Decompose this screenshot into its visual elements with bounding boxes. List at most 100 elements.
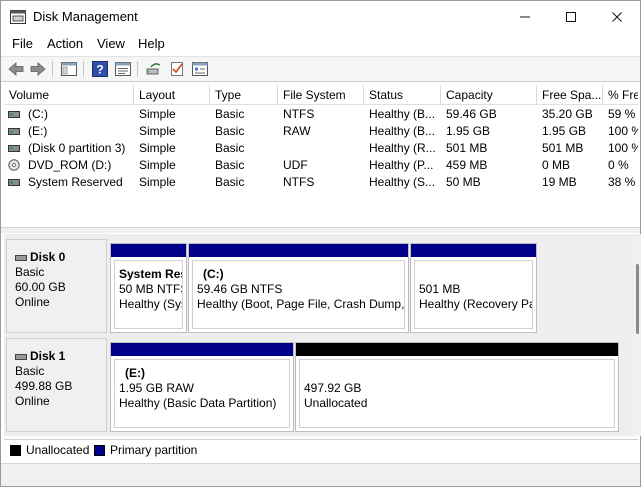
column-header-percent-free[interactable]: % Fre [603,85,638,105]
volume-name: System Reserved [28,175,123,189]
volume-percent-free: 100 % [608,141,638,155]
refresh-disk-icon [146,63,161,75]
column-header-layout[interactable]: Layout [134,85,210,105]
partition-status: Healthy (Recovery Pa [419,297,533,311]
volume-name: (E:) [28,124,48,138]
settings-panel-icon [192,62,208,76]
menu-action[interactable]: Action [47,36,83,51]
back-arrow-icon [8,62,24,76]
volume-status: Healthy (B... [369,124,436,138]
column-header-volume[interactable]: Volume [4,85,134,105]
hard-disk-icon [15,254,27,261]
volume-percent-free: 0 % [608,158,629,172]
minimize-button[interactable] [502,1,548,33]
partition-title: System Res [119,267,183,281]
vertical-scrollbar-thumb[interactable] [636,264,639,334]
forward-button[interactable] [28,60,48,78]
volume-type: Basic [215,141,245,155]
partition-system-reserved[interactable]: System Res 50 MB NTFS Healthy (Sys [110,243,187,333]
volume-layout: Simple [139,175,176,189]
volume-file-system: UDF [283,158,308,172]
back-button[interactable] [6,60,26,78]
dvd-drive-icon [8,159,20,171]
partition-unallocated[interactable]: 497.92 GB Unallocated [295,342,619,432]
partition-recovery[interactable]: 501 MB Healthy (Recovery Pa [410,243,537,333]
partition-c[interactable]: (C:) 59.46 GB NTFS Healthy (Boot, Page F… [188,243,409,333]
volume-list: Volume Layout Type File System Status Ca… [4,85,638,211]
volume-type: Basic [215,107,245,121]
properties-button[interactable] [113,60,133,78]
volume-name: DVD_ROM (D:) [28,158,112,172]
show-hide-console-tree-button[interactable] [59,60,79,78]
unallocated-bar [296,343,618,356]
disk-1-label[interactable]: Disk 1 Basic 499.88 GB Online [6,338,107,432]
column-header-capacity[interactable]: Capacity [441,85,537,105]
volume-free-space: 19 MB [542,175,577,189]
menu-view[interactable]: View [97,36,125,51]
disk-management-app-icon [10,10,26,24]
volume-layout: Simple [139,158,176,172]
disk-1-size: 499.88 GB [15,379,73,393]
volume-row[interactable]: (E:) Simple Basic RAW Healthy (B... 1.95… [4,123,638,140]
volume-name: (C:) [28,107,48,121]
volume-row[interactable]: (Disk 0 partition 3) Simple Basic Health… [4,140,638,157]
volume-file-system: RAW [283,124,311,138]
volume-free-space: 501 MB [542,141,584,155]
pane-splitter[interactable] [1,227,640,233]
hard-disk-icon [15,353,27,360]
volume-status: Healthy (P... [369,158,434,172]
volume-file-system: NTFS [283,175,315,189]
partition-size: 50 MB NTFS [119,282,183,296]
partition-status: Unallocated [304,396,368,410]
volume-row[interactable]: System Reserved Simple Basic NTFS Health… [4,174,638,191]
volume-row[interactable]: DVD_ROM (D:) Simple Basic UDF Healthy (P… [4,157,638,174]
help-icon: ? [92,61,108,77]
volume-percent-free: 59 % [608,107,636,121]
partition-size: 497.92 GB [304,381,362,395]
legend: Unallocated Primary partition [4,439,638,460]
volume-capacity: 1.95 GB [446,124,491,138]
column-header-type[interactable]: Type [210,85,278,105]
title-bar: Disk Management [1,1,640,33]
disk-0-label[interactable]: Disk 0 Basic 60.00 GB Online [6,239,107,333]
vertical-scrollbar[interactable] [634,234,641,436]
volume-free-space: 35.20 GB [542,107,593,121]
column-header-status[interactable]: Status [364,85,441,105]
settings-panel-button[interactable] [190,60,210,78]
volume-name: (Disk 0 partition 3) [28,141,126,155]
checklist-button[interactable] [167,60,187,78]
volume-percent-free: 100 % [608,124,638,138]
volume-type: Basic [215,158,245,172]
column-header-free-space[interactable]: Free Spa... [537,85,603,105]
partition-body: 497.92 GB Unallocated [299,359,615,428]
partition-status: Healthy (Sys [119,297,183,311]
volume-file-system [283,140,363,157]
volume-free-space: 0 MB [542,158,571,172]
partition-e[interactable]: (E:) 1.95 GB RAW Healthy (Basic Data Par… [110,342,294,432]
primary-partition-bar [411,244,536,257]
legend-unallocated-label: Unallocated [26,443,90,457]
column-header-file-system[interactable]: File System [278,85,364,105]
menu-file[interactable]: File [12,36,33,51]
disk-1-type: Basic [15,364,45,378]
legend-primary-label: Primary partition [110,443,198,457]
volume-row[interactable]: (C:) Simple Basic NTFS Healthy (B... 59.… [4,106,638,123]
minimize-icon [520,16,530,18]
disk-management-window: Disk Management File Action View Help ? [0,0,641,487]
menu-help[interactable]: Help [138,36,165,51]
maximize-button[interactable] [548,1,594,33]
legend-unallocated-swatch [10,445,21,456]
menu-bar: File Action View Help [1,33,640,55]
close-button[interactable] [594,1,640,33]
partition-body: (C:) 59.46 GB NTFS Healthy (Boot, Page F… [192,260,405,329]
volume-type: Basic [215,175,245,189]
partition-status: Healthy (Basic Data Partition) [119,396,277,410]
volume-capacity: 501 MB [446,141,488,155]
hard-disk-icon [8,128,20,135]
status-bar [1,463,640,486]
partition-size: 59.46 GB NTFS [197,282,283,296]
hard-disk-icon [8,145,20,152]
disk-1-name: Disk 1 [15,349,65,363]
help-button[interactable]: ? [90,60,110,78]
rescan-disks-button[interactable] [144,60,164,78]
